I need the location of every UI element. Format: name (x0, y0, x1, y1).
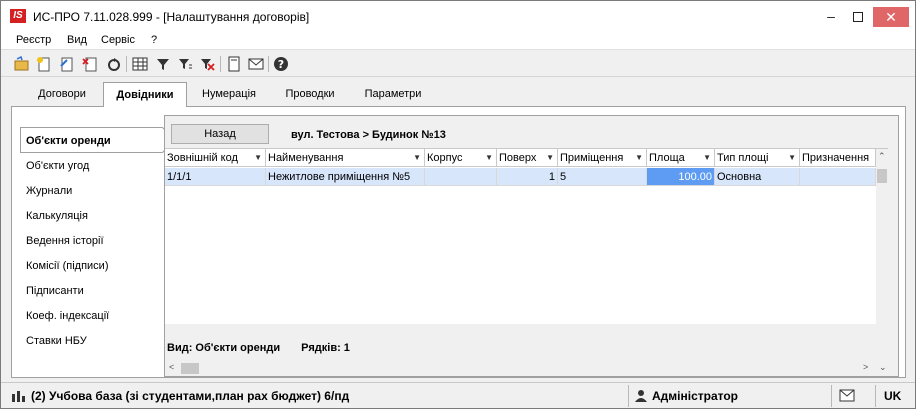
toolbar: ? (1, 51, 915, 77)
filter-icon[interactable] (154, 55, 172, 73)
vertical-scrollbar[interactable]: ⌃ (876, 149, 888, 325)
rows-count: Рядків: 1 (301, 342, 350, 354)
column-header-label: Площа (649, 152, 685, 164)
maximize-button[interactable] (844, 1, 872, 31)
window-title: ИС-ПРО 7.11.028.999 - [Налаштування дого… (33, 10, 310, 24)
horizontal-scroll-thumb[interactable] (181, 363, 199, 374)
menu-item-registry[interactable]: Реєстр (16, 34, 51, 46)
column-header-label: Найменування (268, 152, 344, 164)
sort-arrow-icon: ▼ (703, 153, 711, 162)
sort-arrow-icon: ▼ (254, 153, 262, 162)
user-icon (635, 389, 647, 406)
sidebar-item-signers[interactable]: Підписанти (26, 285, 84, 297)
column-header-external-code[interactable]: Зовнішній код ▼ (165, 149, 266, 167)
table-row[interactable]: 1/1/1 Нежитлове приміщення №5 1 5 100.00… (165, 168, 876, 186)
messages-icon[interactable] (839, 389, 855, 405)
cell-premises[interactable]: 5 (558, 168, 647, 186)
edit-document-icon[interactable] (58, 55, 76, 73)
sidebar-item-calculation[interactable]: Калькуляція (26, 210, 88, 222)
menu-item-help[interactable]: ? (151, 34, 157, 46)
new-document-icon[interactable] (35, 55, 53, 73)
filter-settings-icon[interactable] (176, 55, 194, 73)
sidebar-item-history[interactable]: Ведення історії (26, 235, 104, 247)
column-header-name[interactable]: Найменування ▼ (266, 149, 425, 167)
sidebar-item-deal-objects[interactable]: Об'єкти угод (26, 160, 89, 172)
sidebar-item-commissions[interactable]: Комісії (підписи) (26, 260, 108, 272)
tab-parameters[interactable]: Параметри (351, 82, 435, 106)
menu-item-service[interactable]: Сервіс (101, 34, 135, 46)
sidebar-item-indexation[interactable]: Коеф. індексації (26, 310, 109, 322)
table-view-icon[interactable] (131, 55, 149, 73)
tab-references[interactable]: Довідники (103, 82, 187, 107)
sort-arrow-icon: ▼ (413, 153, 421, 162)
sidebar-item-rental-objects[interactable]: Об'єкти оренди (26, 135, 111, 147)
title-bar: IS ИС-ПРО 7.11.028.999 - [Налаштування д… (1, 1, 915, 31)
cell-area-type[interactable]: Основна (715, 168, 800, 186)
clear-filter-icon[interactable] (198, 55, 216, 73)
language-indicator[interactable]: UK (884, 389, 901, 403)
column-header-purpose[interactable]: Призначення (800, 149, 876, 167)
data-grid: Зовнішній код ▼ Найменування ▼ Корпус ▼ Пов… (165, 148, 888, 325)
close-button[interactable]: ✕ (873, 7, 909, 27)
column-header-area-type[interactable]: Тип площі ▼ (715, 149, 800, 167)
mail-icon[interactable] (247, 55, 265, 73)
scroll-right-icon[interactable]: > (863, 362, 868, 372)
sort-arrow-icon: ▼ (546, 153, 554, 162)
user-name: Адміністратор (652, 389, 739, 403)
horizontal-scrollbar[interactable]: < > (165, 360, 876, 376)
database-icon (11, 389, 27, 406)
scroll-left-icon[interactable]: < (169, 362, 174, 372)
breadcrumb: вул. Тестова > Будинок №13 (291, 129, 446, 141)
tabs-area: Договори Довідники Нумерація Проводки Па… (11, 82, 906, 380)
scroll-up-icon[interactable]: ⌃ (878, 151, 886, 162)
refresh-icon[interactable] (105, 55, 123, 73)
sidebar: Об'єкти оренди Об'єкти угод Журнали Каль… (12, 107, 176, 377)
vertical-scroll-thumb[interactable] (877, 169, 887, 183)
cell-name[interactable]: Нежитлове приміщення №5 (266, 168, 425, 186)
back-button[interactable]: Назад (171, 124, 269, 144)
open-folder-icon[interactable] (13, 55, 31, 73)
column-header-label: Поверх (499, 152, 537, 164)
column-header-label: Приміщення (560, 152, 624, 164)
column-header-label: Призначення (802, 152, 870, 164)
sidebar-item-nbu-rates[interactable]: Ставки НБУ (26, 335, 87, 347)
cell-floor[interactable]: 1 (497, 168, 558, 186)
column-header-label: Тип площі (717, 152, 769, 164)
sort-arrow-icon: ▼ (485, 153, 493, 162)
sort-arrow-icon: ▼ (788, 153, 796, 162)
delete-document-icon[interactable] (81, 55, 99, 73)
tab-panel: Об'єкти оренди Об'єкти угод Журнали Каль… (11, 106, 906, 378)
view-status: Вид: Об'єкти оренди Рядків: 1 (167, 342, 350, 354)
cell-external-code[interactable]: 1/1/1 (165, 168, 266, 186)
cell-building[interactable] (425, 168, 497, 186)
svg-text:?: ? (278, 58, 284, 71)
column-header-label: Корпус (427, 152, 463, 164)
column-header-premises[interactable]: Приміщення ▼ (558, 149, 647, 167)
menu-bar: Реєстр Вид Сервіс ? (1, 31, 915, 50)
help-icon[interactable]: ? (272, 55, 290, 73)
document-icon[interactable] (225, 55, 243, 73)
cell-purpose[interactable] (800, 168, 876, 186)
view-label: Вид: Об'єкти оренди (167, 342, 281, 354)
app-logo-icon: IS (10, 9, 26, 23)
sidebar-item-journals[interactable]: Журнали (26, 185, 72, 197)
cell-area[interactable]: 100.00 (647, 168, 715, 186)
tab-postings[interactable]: Проводки (271, 82, 349, 106)
tab-numbering[interactable]: Нумерація (189, 82, 269, 106)
content-panel: Назад вул. Тестова > Будинок №13 Зовнішн… (164, 115, 899, 377)
menu-item-view[interactable]: Вид (67, 34, 87, 46)
minimize-button[interactable]: – (817, 1, 845, 31)
database-label: (2) Учбова база (зі студентами,план рах … (31, 389, 350, 403)
sort-arrow-icon: ▼ (635, 153, 643, 162)
scroll-down-icon[interactable]: ⌄ (879, 362, 887, 373)
maximize-icon (853, 12, 863, 23)
status-bar: (2) Учбова база (зі студентами,план рах … (1, 382, 915, 408)
column-header-label: Зовнішній код (167, 152, 238, 164)
column-header-floor[interactable]: Поверх ▼ (497, 149, 558, 167)
column-header-area[interactable]: Площа ▼ (647, 149, 715, 167)
column-header-building[interactable]: Корпус ▼ (425, 149, 497, 167)
tab-contracts[interactable]: Договори (19, 82, 105, 106)
app-window: IS ИС-ПРО 7.11.028.999 - [Налаштування д… (0, 0, 916, 409)
